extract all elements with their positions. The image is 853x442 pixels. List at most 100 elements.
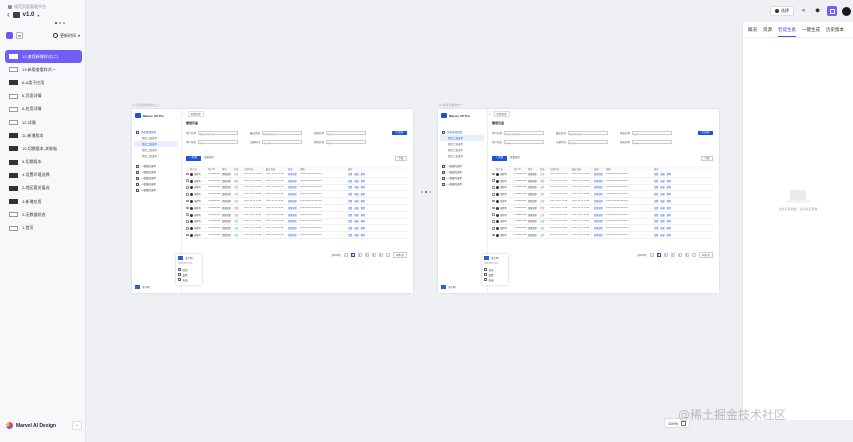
prev-page-button[interactable]: ‹ bbox=[649, 252, 654, 257]
action-link[interactable]: 查看 bbox=[348, 174, 352, 176]
page-chip-icon[interactable] bbox=[6, 32, 13, 39]
action-link[interactable]: 编辑 bbox=[660, 228, 664, 230]
action-link[interactable]: 编辑 bbox=[354, 221, 358, 223]
table-row[interactable]: 张晓明 1234567890 超级管理 禁用 2022-12-12 12:00 2022-… bbox=[186, 205, 407, 212]
popup-item[interactable]: 退出 bbox=[178, 277, 200, 282]
download-button[interactable]: 下载 bbox=[701, 156, 713, 161]
action-link[interactable]: 删除 bbox=[361, 187, 365, 189]
page-item[interactable]: 6-页面详情 bbox=[5, 90, 82, 103]
action-link[interactable]: 查看 bbox=[348, 194, 352, 196]
action-link[interactable]: 编辑 bbox=[354, 208, 358, 210]
table-row[interactable]: 张晓明 1234567890 超级管理 禁用 2022-12-12 12:00 2022-… bbox=[492, 178, 713, 185]
action-link[interactable]: 编辑 bbox=[660, 235, 664, 237]
page-number-button[interactable]: 5 bbox=[684, 252, 689, 257]
page-item[interactable]: 3-新增应用 bbox=[5, 195, 82, 208]
action-link[interactable]: 编辑 bbox=[354, 194, 358, 196]
action-link[interactable]: 删除 bbox=[361, 174, 365, 176]
page-item[interactable]: 9-切换版本 bbox=[5, 156, 82, 169]
page-item[interactable]: 2-无数据状态 bbox=[5, 208, 82, 221]
action-link[interactable]: 编辑 bbox=[660, 201, 664, 203]
filter-input[interactable]: 请输入用户名 bbox=[198, 131, 239, 136]
prev-page-button[interactable]: ‹ bbox=[343, 252, 348, 257]
download-button[interactable]: 下载 bbox=[395, 156, 407, 161]
table-row[interactable]: 张晓明 1234567890 超级管理 正常 2022-12-12 12:00 2022-… bbox=[492, 219, 713, 226]
filter-input[interactable]: 全部 bbox=[632, 140, 673, 145]
table-row[interactable]: 张晓明 1234567890 超级管理 正常 2022-12-12 12:00 2022-… bbox=[186, 185, 407, 192]
popup-item[interactable]: 退出 bbox=[484, 277, 506, 282]
frame-nav-item[interactable]: 一级级的菜单 bbox=[134, 187, 178, 193]
frame-canvas[interactable]: Marvel_UP Pro 系统管理页面 我的二级菜单 我的二级菜单 我的二级菜单 我的二… bbox=[132, 109, 413, 293]
page-number-button[interactable]: 2 bbox=[357, 252, 362, 257]
action-link[interactable]: 删除 bbox=[361, 181, 365, 183]
avatar[interactable] bbox=[842, 6, 851, 16]
action-link[interactable]: 删除 bbox=[667, 181, 671, 183]
table-row[interactable]: 张晓明 1234567890 超级管理 禁用 2022-12-12 12:00 2022-… bbox=[492, 205, 713, 212]
action-link[interactable]: 删除 bbox=[361, 215, 365, 217]
action-link[interactable]: 编辑 bbox=[660, 208, 664, 210]
filter-input[interactable]: 请选择 bbox=[262, 140, 303, 145]
action-link[interactable]: 查看 bbox=[348, 235, 352, 237]
frame-label[interactable]: 13-查找新增样式(二) bbox=[132, 103, 159, 107]
page-number-button[interactable]: 1 bbox=[350, 252, 355, 257]
breadcrumb[interactable]: 规范页面管理平台 bbox=[8, 4, 46, 10]
action-link[interactable]: 查看 bbox=[654, 174, 658, 176]
tab-4[interactable]: 历史版本 bbox=[826, 27, 844, 37]
action-link[interactable]: 删除 bbox=[361, 235, 365, 237]
action-link[interactable]: 查看 bbox=[654, 235, 658, 237]
filter-input[interactable]: 全部 bbox=[326, 131, 367, 136]
action-link[interactable]: 编辑 bbox=[660, 221, 664, 223]
frame-tab[interactable]: 管理管理 bbox=[493, 111, 510, 117]
page-item[interactable]: 4-设置环境选择 bbox=[5, 169, 82, 182]
tab-3[interactable]: 一键生成 bbox=[802, 27, 820, 37]
batch-button[interactable]: 批量操作 bbox=[510, 156, 524, 161]
filter-input[interactable]: 请选择时间 bbox=[262, 131, 303, 136]
filter-input[interactable]: 全部 bbox=[632, 131, 673, 136]
action-link[interactable]: 编辑 bbox=[354, 228, 358, 230]
page-number-button[interactable]: 2 bbox=[663, 252, 668, 257]
page-item[interactable]: 6-A类子应用 bbox=[5, 76, 82, 89]
page-number-button[interactable]: 5 bbox=[378, 252, 383, 257]
action-link[interactable]: 编辑 bbox=[660, 194, 664, 196]
table-row[interactable]: 张晓明 1234567890 超级管理 正常 2022-12-12 12:00 2022-… bbox=[186, 191, 407, 199]
action-link[interactable]: 查看 bbox=[654, 201, 658, 203]
action-link[interactable]: 删除 bbox=[667, 235, 671, 237]
action-link[interactable]: 编辑 bbox=[354, 174, 358, 176]
query-button[interactable]: Q 查询 bbox=[698, 131, 713, 135]
action-link[interactable]: 查看 bbox=[348, 208, 352, 210]
action-link[interactable]: 查看 bbox=[654, 228, 658, 230]
table-row[interactable]: 张晓明 1234567890 超级管理 正常 2022-12-12 12:00 2022-… bbox=[492, 191, 713, 199]
tab-1[interactable]: 资源 bbox=[763, 27, 772, 37]
table-row[interactable]: 张晓明 1234567890 超级管理 正常 2022-12-12 12:00 2022-… bbox=[492, 185, 713, 192]
version-title[interactable]: v1.0 bbox=[23, 12, 35, 18]
page-item[interactable]: 6-应用详情 bbox=[5, 103, 82, 116]
page-size-select[interactable]: 10条/页 bbox=[698, 251, 713, 258]
page-item[interactable]: 10-切换版本-关联板 bbox=[5, 142, 82, 155]
table-row[interactable]: 张晓明 1234567890 超级管理 正常 2022-12-12 12:00 2022-… bbox=[492, 225, 713, 233]
collapse-panel-button[interactable]: ‹ bbox=[72, 421, 82, 430]
table-row[interactable]: 张晓明 1234567890 超级管理 禁用 2022-12-12 12:00 2022-… bbox=[186, 178, 407, 185]
batch-button[interactable]: 批量操作 bbox=[204, 156, 218, 161]
action-link[interactable]: 删除 bbox=[361, 208, 365, 210]
action-link[interactable]: 编辑 bbox=[660, 174, 664, 176]
page-number-button[interactable]: 3 bbox=[670, 252, 675, 257]
action-link[interactable]: 编辑 bbox=[354, 181, 358, 183]
filter-input[interactable]: 请选择时间 bbox=[568, 131, 609, 136]
table-row[interactable]: 张晓明 1234567890 超级管理 正常 2022-12-12 12:00 2022-… bbox=[186, 232, 407, 239]
grid-view-button[interactable]: 88 bbox=[16, 32, 23, 39]
page-number-button[interactable]: 1 bbox=[656, 252, 661, 257]
action-link[interactable]: 查看 bbox=[348, 201, 352, 203]
action-link[interactable]: 编辑 bbox=[354, 201, 358, 203]
page-item[interactable]: 2-地区要关值选 bbox=[5, 182, 82, 195]
table-row[interactable]: 张晓明 1234567890 超级管理 正常 2022-12-12 12:00 2022-… bbox=[186, 219, 407, 226]
figma-icon[interactable]: ⬢ bbox=[813, 7, 822, 16]
action-link[interactable]: 查看 bbox=[654, 221, 658, 223]
action-link[interactable]: 编辑 bbox=[354, 235, 358, 237]
chevron-down-icon[interactable]: ▾ bbox=[37, 13, 39, 18]
frame-user[interactable]: 王小明 bbox=[135, 285, 150, 289]
action-link[interactable]: 编辑 bbox=[660, 215, 664, 217]
frame-canvas[interactable]: Marvel_UP Pro 系统管理页面 我的二级菜单 我的二级菜单 我的二级菜单 我的二… bbox=[438, 109, 719, 293]
filter-input[interactable]: 请选择 bbox=[568, 140, 609, 145]
filter-input[interactable]: 全部 bbox=[326, 140, 367, 145]
filter-input[interactable]: 请输入用户名 bbox=[504, 131, 545, 136]
action-link[interactable]: 删除 bbox=[667, 228, 671, 230]
